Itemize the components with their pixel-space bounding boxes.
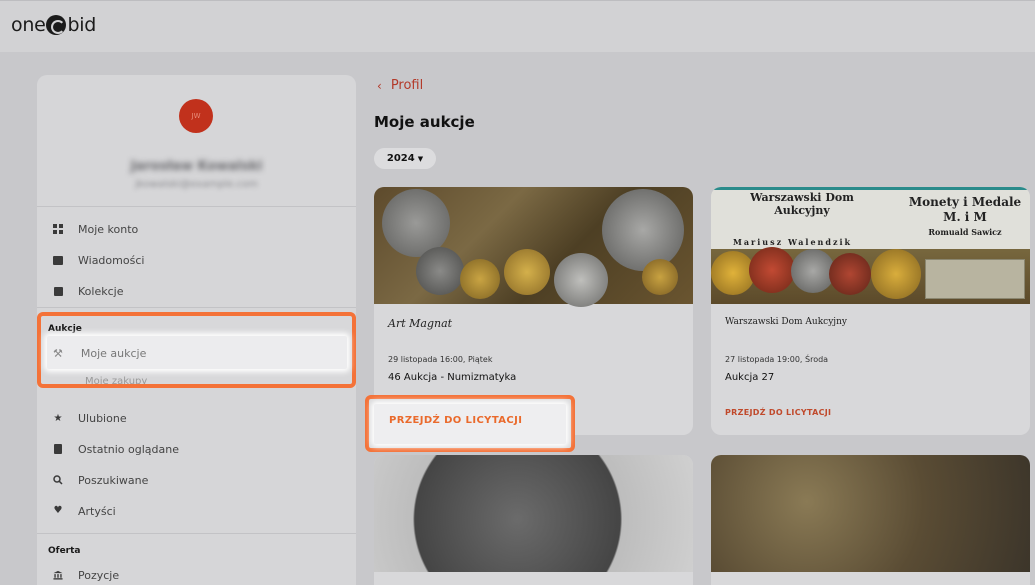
coin-image	[554, 253, 608, 307]
sidebar-item-ulubione[interactable]: ★ Ulubione	[37, 403, 356, 433]
year-filter-value: 2024	[386, 153, 415, 164]
sidebar-item-label: Artyści	[78, 504, 116, 518]
go-to-bidding-highlight: PRZEJDŹ DO LICYTACJI	[365, 395, 575, 452]
coin-image	[642, 259, 678, 295]
auction-house-logo: Art Magnat	[388, 317, 453, 330]
coin-image	[602, 189, 684, 271]
sidebar-item-label: Wiadomości	[78, 253, 145, 267]
banner-text-right: Monety i Medale M. i M Romuald Sawicz	[906, 195, 1024, 240]
divider	[37, 307, 356, 308]
history-icon	[53, 444, 63, 454]
auction-date: 27 listopada 19:00, Środa	[725, 355, 829, 364]
auction-card[interactable]	[711, 455, 1030, 585]
sidebar-item-label: Pozycje	[78, 568, 120, 582]
sidebar-item-wiadomosci[interactable]: Wiadomości	[37, 245, 356, 275]
sidebar-item-artysci[interactable]: ♥ Artyści	[37, 496, 356, 526]
sidebar-item-pozycje[interactable]: Pozycje	[37, 560, 356, 585]
auction-image[interactable]: Warszawski Dom Aukcyjny Monety i Medale …	[711, 187, 1030, 304]
gavel-icon: ⚒	[53, 347, 63, 360]
coin-image	[749, 247, 795, 293]
auction-card[interactable]: Warszawski Dom Aukcyjny Monety i Medale …	[711, 187, 1030, 435]
auction-image[interactable]	[711, 455, 1030, 572]
caret-down-icon: ▼	[417, 154, 424, 163]
divider	[37, 206, 356, 207]
banner-text-left: Warszawski Dom Aukcyjny	[750, 191, 854, 217]
chevron-left-icon: ‹	[377, 78, 382, 93]
auction-image[interactable]	[374, 187, 693, 307]
user-name: Jarosław Kowalski	[130, 159, 263, 174]
sidebar-item-ostatnio-ogladane[interactable]: Ostatnio oglądane	[37, 434, 356, 464]
auction-title[interactable]: 46 Aukcja - Numizmatyka	[388, 372, 516, 383]
banner-text-right-2: M. i M	[943, 210, 987, 224]
auction-image[interactable]	[374, 455, 693, 572]
top-bar: one bid	[0, 0, 1035, 52]
divider	[37, 533, 356, 534]
section-label-oferta: Oferta	[48, 546, 81, 556]
bank-icon	[53, 570, 63, 580]
page-title: Moje aukcje	[374, 113, 475, 131]
sidebar-item-label: Kolekcje	[78, 284, 124, 298]
avatar[interactable]: JW	[179, 99, 213, 133]
dashboard-icon	[53, 224, 63, 234]
auction-title[interactable]: Aukcja 27	[725, 372, 774, 383]
go-to-bidding-button[interactable]: PRZEJDŹ DO LICYTACJI	[725, 408, 831, 417]
back-link[interactable]: ‹ Profil	[377, 78, 423, 93]
user-email: jkowalski@example.com	[135, 179, 258, 190]
banknote-image	[925, 259, 1025, 299]
sidebar-item-label: Moje aukcje	[80, 347, 147, 360]
banner-text-right-3: Romuald Sawicz	[928, 227, 1002, 237]
sidebar-item-moje-aukcje-content[interactable]: ⚒ Moje aukcje	[53, 347, 146, 360]
sidebar-item-label: Ulubione	[78, 411, 127, 425]
auction-card[interactable]	[374, 455, 693, 585]
heart-icon: ♥	[53, 505, 63, 516]
banner-subtext: Mariusz Walendzik	[733, 237, 853, 247]
logo-text-left: one	[11, 14, 46, 36]
sidebar-item-moje-konto[interactable]: Moje konto	[37, 214, 356, 244]
collection-icon	[53, 286, 63, 296]
banner-text-right-1: Monety i Medale	[908, 195, 1022, 209]
message-icon	[53, 255, 63, 265]
sidebar-item-label: Poszukiwane	[78, 473, 149, 487]
year-filter[interactable]: 2024 ▼	[374, 148, 436, 169]
sidebar-item-moje-zakupy[interactable]: Moje zakupy	[85, 376, 147, 384]
onebid-logo[interactable]: one bid	[11, 14, 96, 36]
globe-icon	[46, 15, 67, 35]
auction-date: 29 listopada 16:00, Piątek	[388, 355, 493, 364]
sidebar-item-kolekcje[interactable]: Kolekcje	[37, 276, 356, 306]
go-to-bidding-label[interactable]: PRZEJDŹ DO LICYTACJI	[389, 415, 522, 426]
coin-image	[416, 247, 464, 295]
sidebar-item-label: Moje konto	[78, 222, 139, 236]
coin-image	[504, 249, 550, 295]
section-label-aukcje: Aukcje	[48, 324, 82, 334]
coin-image	[829, 253, 871, 295]
sidebar-item-poszukiwane[interactable]: Poszukiwane	[37, 465, 356, 495]
search-icon	[53, 475, 63, 485]
aukcje-section-highlight: Aukcje ⚒ Moje aukcje Moje zakupy	[37, 312, 356, 388]
back-label: Profil	[390, 78, 424, 93]
sidebar-item-label: Ostatnio oglądane	[78, 442, 179, 456]
star-icon: ★	[53, 412, 63, 424]
auction-house-logo: Warszawski Dom Aukcyjny	[725, 317, 847, 327]
logo-text-right: bid	[67, 14, 96, 36]
coin-image	[460, 259, 500, 299]
coin-image	[871, 249, 921, 299]
